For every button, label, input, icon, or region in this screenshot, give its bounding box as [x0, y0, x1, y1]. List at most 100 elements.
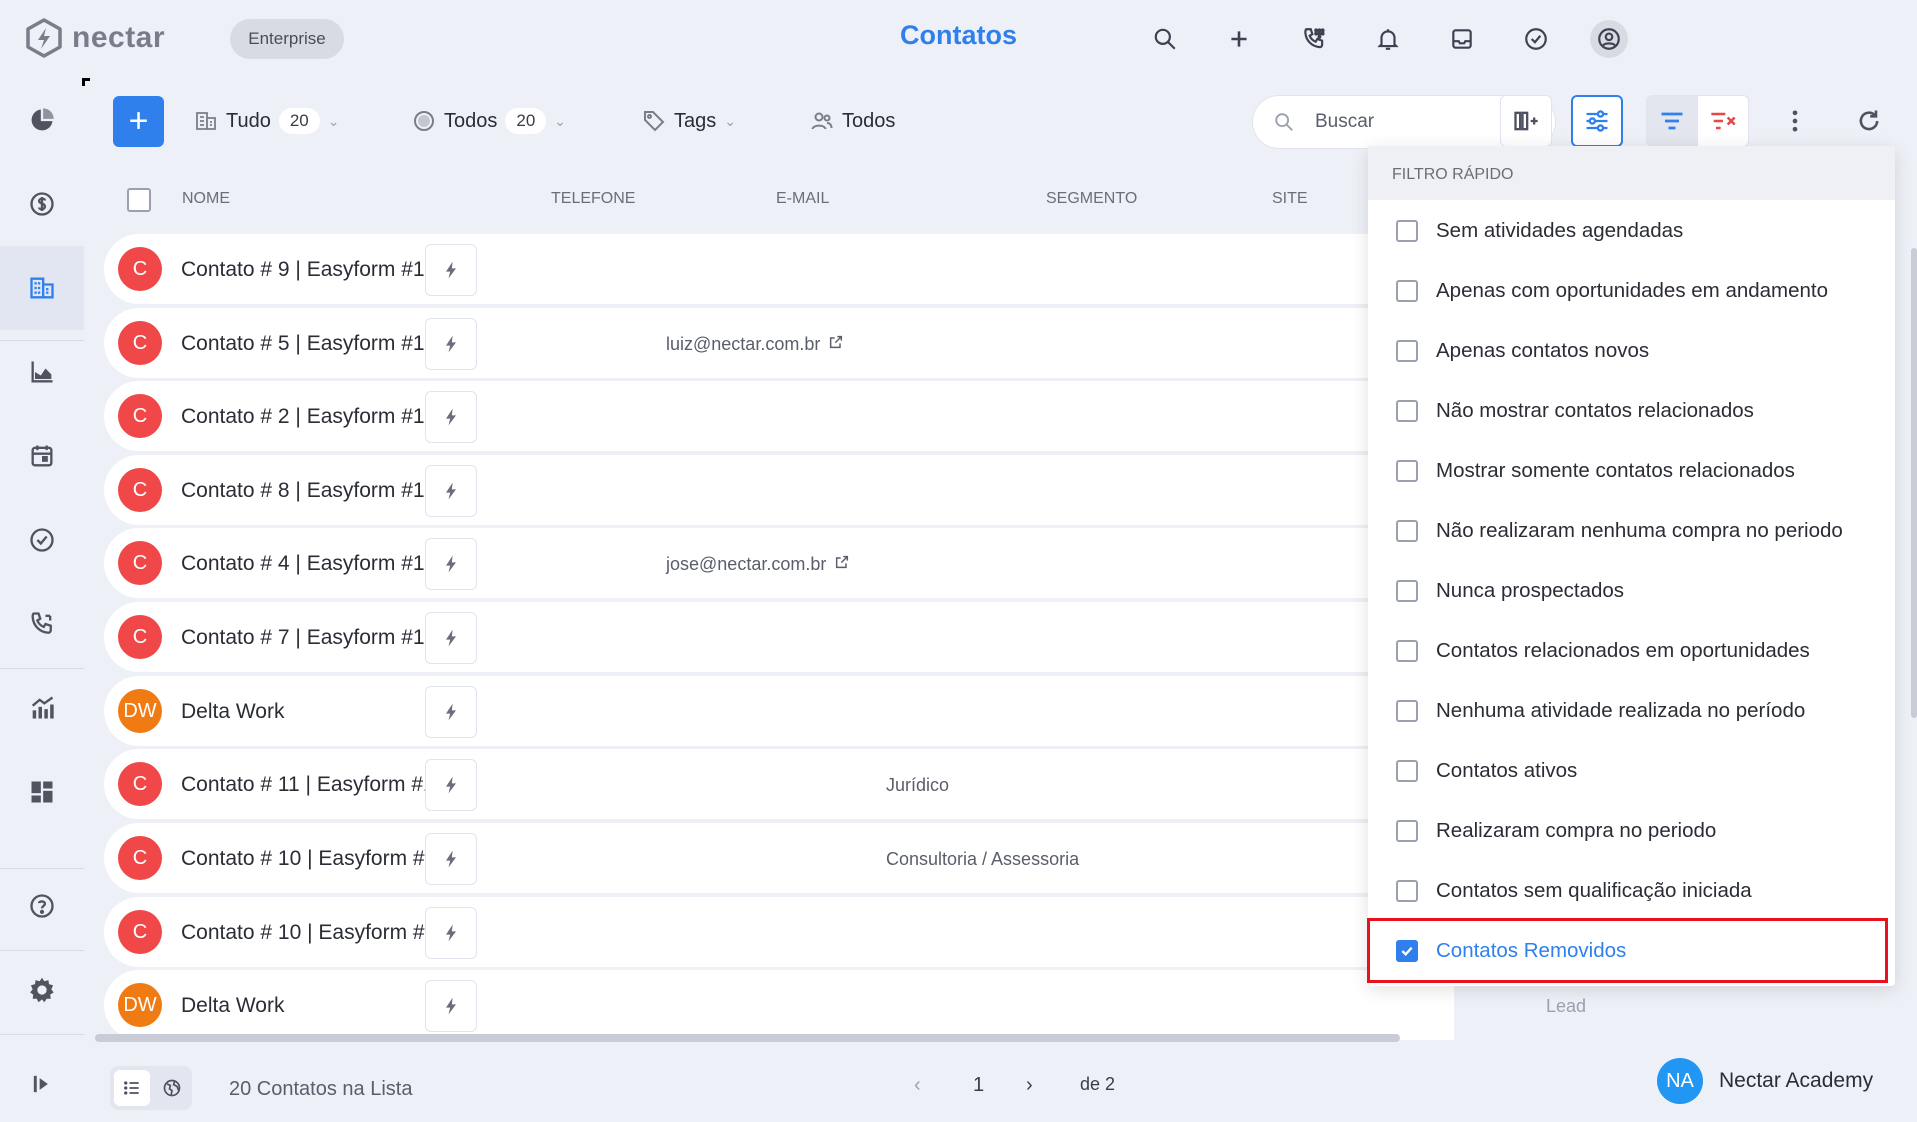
search-icon[interactable] [1146, 20, 1184, 58]
next-page-button[interactable]: › [1026, 1074, 1033, 1097]
tags-filter-dropdown[interactable]: Tags ⌄ [642, 100, 736, 142]
contact-name[interactable]: Contato # 5 | Easyform #179 [181, 332, 448, 356]
list-view-button[interactable] [114, 1070, 150, 1106]
bell-icon[interactable] [1369, 20, 1407, 58]
checkbox-icon[interactable] [1396, 519, 1418, 542]
prev-page-button[interactable]: ‹ [914, 1074, 921, 1097]
horizontal-scrollbar[interactable] [95, 1034, 1400, 1042]
sidebar-item-help[interactable] [0, 864, 84, 948]
map-view-button[interactable] [154, 1070, 190, 1106]
quick-filter-option[interactable]: Não mostrar contatos relacionados [1368, 386, 1895, 435]
quick-action-button[interactable] [425, 759, 477, 811]
quick-filter-option[interactable]: Contatos relacionados em oportunidades [1368, 626, 1895, 675]
quick-filter-option[interactable]: Realizaram compra no periodo [1368, 806, 1895, 855]
quick-action-button[interactable] [425, 980, 477, 1032]
column-header-site[interactable]: SITE [1272, 190, 1308, 208]
checkbox-icon[interactable] [1396, 579, 1418, 602]
table-row[interactable]: C Contato # 5 | Easyform #179 luiz@nectar.… [104, 308, 1454, 378]
add-contact-button[interactable]: + [113, 96, 164, 147]
search-input[interactable] [1315, 111, 1515, 133]
external-link-icon[interactable] [828, 334, 844, 355]
quick-filter-button[interactable] [1571, 95, 1623, 147]
quick-action-button[interactable] [425, 833, 477, 885]
table-row[interactable]: C Contato # 2 | Easyform #179 [104, 381, 1454, 451]
checkbox-icon[interactable] [1396, 399, 1418, 422]
view-filter-dropdown[interactable]: Tudo 20 ⌄ [194, 100, 340, 142]
quick-filter-option[interactable]: Apenas contatos novos [1368, 326, 1895, 375]
contact-name[interactable]: Contato # 2 | Easyform #179 [181, 405, 448, 429]
quick-filter-option[interactable]: Mostrar somente contatos relacionados [1368, 446, 1895, 495]
active-filters-button[interactable] [1646, 95, 1698, 147]
sidebar-item-dashboard[interactable] [0, 78, 84, 162]
plus-icon[interactable] [1220, 20, 1258, 58]
checkbox-icon[interactable] [1396, 459, 1418, 482]
inbox-icon[interactable] [1443, 20, 1481, 58]
contact-name[interactable]: Contato # 7 | Easyform #179 [181, 626, 448, 650]
contact-name[interactable]: Contato # 10 | Easyform #179 [181, 847, 460, 871]
contact-name[interactable]: Delta Work [181, 700, 284, 724]
table-row[interactable]: C Contato # 10 | Easyform #179 Consultoria… [104, 823, 1454, 893]
quick-action-button[interactable] [425, 391, 477, 443]
quick-action-button[interactable] [425, 318, 477, 370]
column-header-phone[interactable]: TELEFONE [551, 190, 635, 208]
quick-action-button[interactable] [425, 612, 477, 664]
contact-name[interactable]: Contato # 11 | Easyform #179 [181, 773, 458, 797]
sidebar-item-tasks[interactable] [0, 498, 84, 582]
status-filter-dropdown[interactable]: Todos 20 ⌄ [412, 100, 566, 142]
select-all-checkbox[interactable] [127, 188, 151, 212]
quick-action-button[interactable] [425, 465, 477, 517]
sidebar-item-contacts[interactable] [0, 246, 84, 330]
quick-action-button[interactable] [425, 244, 477, 296]
vertical-scrollbar[interactable] [1911, 248, 1917, 718]
table-row[interactable]: DW Delta Work Lead [104, 970, 1586, 1040]
current-page[interactable]: 1 [973, 1074, 984, 1097]
sidebar-collapse-toggle[interactable] [0, 1042, 84, 1122]
quick-action-button[interactable] [425, 907, 477, 959]
user-profile-icon[interactable] [1590, 20, 1628, 58]
quick-filter-option[interactable]: Não realizaram nenhuma compra no periodo [1368, 506, 1895, 555]
add-column-button[interactable] [1500, 95, 1552, 147]
contact-name[interactable]: Contato # 4 | Easyform #179 [181, 552, 448, 576]
table-row[interactable]: C Contato # 8 | Easyform #179 [104, 455, 1454, 525]
clear-filters-button[interactable] [1697, 95, 1749, 147]
more-options-button[interactable] [1769, 95, 1821, 147]
column-header-email[interactable]: E-MAIL [776, 190, 829, 208]
sidebar-item-widgets[interactable] [0, 750, 84, 834]
phone-dialpad-icon[interactable] [1295, 20, 1333, 58]
table-row[interactable]: C Contato # 9 | Easyform #179 [104, 234, 1454, 304]
quick-filter-option[interactable]: Apenas com oportunidades em andamento [1368, 266, 1895, 315]
sidebar-item-reports[interactable] [0, 330, 84, 414]
checkbox-icon[interactable] [1396, 639, 1418, 662]
check-circle-icon[interactable] [1517, 20, 1555, 58]
quick-filter-option[interactable]: Sem atividades agendadas [1368, 206, 1895, 255]
table-row[interactable]: C Contato # 4 | Easyform #179 jose@nectar.… [104, 528, 1454, 598]
checkbox-icon[interactable] [1396, 759, 1418, 782]
sidebar-item-analytics[interactable] [0, 666, 84, 750]
column-header-segment[interactable]: SEGMENTO [1046, 190, 1137, 208]
checkbox-icon[interactable] [1396, 819, 1418, 842]
table-row[interactable]: DW Delta Work [104, 676, 1454, 746]
external-link-icon[interactable] [834, 554, 850, 575]
sidebar-item-deals[interactable] [0, 162, 84, 246]
sidebar-item-settings[interactable] [0, 948, 84, 1032]
quick-filter-option[interactable]: Nenhuma atividade realizada no período [1368, 686, 1895, 735]
sidebar-item-calendar[interactable] [0, 414, 84, 498]
contact-name[interactable]: Delta Work [181, 994, 284, 1018]
contact-email[interactable]: luiz@nectar.com.br [666, 334, 844, 355]
checkbox-icon[interactable] [1396, 699, 1418, 722]
quick-action-button[interactable] [425, 686, 477, 738]
owner-filter-dropdown[interactable]: Todos [810, 100, 895, 142]
table-row[interactable]: C Contato # 10 | Easyform #179 [104, 897, 1454, 967]
quick-action-button[interactable] [425, 538, 477, 590]
table-row[interactable]: C Contato # 7 | Easyform #179 [104, 602, 1454, 672]
checkbox-icon[interactable] [1396, 279, 1418, 302]
refresh-button[interactable] [1843, 95, 1895, 147]
checkbox-icon[interactable] [1396, 879, 1418, 902]
quick-filter-option[interactable]: Nunca prospectados [1368, 566, 1895, 615]
quick-filter-option[interactable]: Contatos ativos [1368, 746, 1895, 795]
table-row[interactable]: C Contato # 11 | Easyform #179 Jurídico [104, 749, 1454, 819]
checkbox-icon[interactable] [1396, 219, 1418, 242]
user-chip[interactable]: NA Nectar Academy [1657, 1058, 1873, 1104]
logo[interactable]: nectar [24, 18, 165, 58]
column-header-name[interactable]: NOME [182, 190, 230, 208]
